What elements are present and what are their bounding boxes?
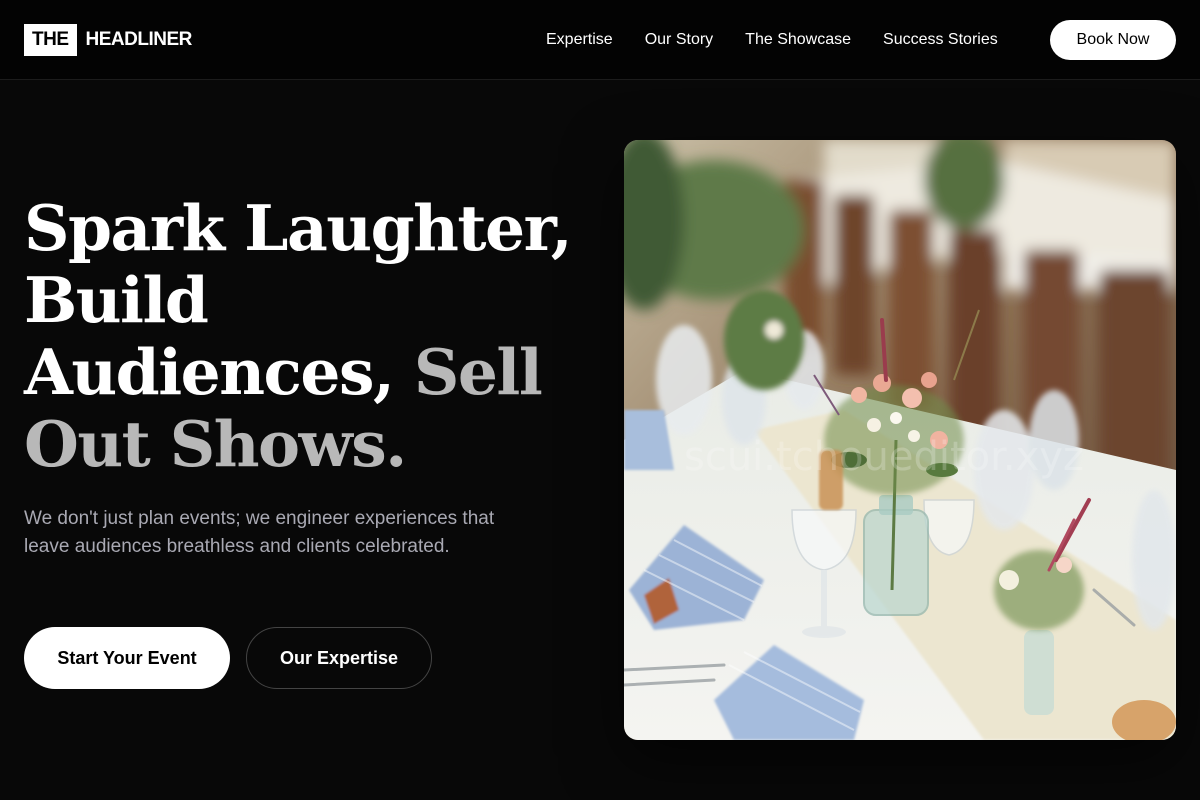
headline-line-2-text: Build xyxy=(24,263,209,337)
image-watermark: scui.tchoueditor.xyz xyxy=(684,434,1084,480)
logo-box: THE xyxy=(24,24,77,56)
nav-link-our-story[interactable]: Our Story xyxy=(645,29,713,51)
start-your-event-button[interactable]: Start Your Event xyxy=(24,627,230,689)
hero-subtext: We don't just plan events; we engineer e… xyxy=(24,508,495,557)
hero-headline: Spark Laughter, Build Audiences, Sell Ou… xyxy=(24,192,584,480)
hero-image: scui.tchoueditor.xyz xyxy=(624,140,1176,740)
headline-line-3: Audiences, Sell xyxy=(24,336,584,408)
nav-link-expertise[interactable]: Expertise xyxy=(546,29,613,51)
logo-text: HEADLINER xyxy=(85,29,193,50)
headline-line-1: Spark Laughter, xyxy=(24,192,584,264)
headline-line-4-accent: Out Shows. xyxy=(24,407,407,481)
book-now-button[interactable]: Book Now xyxy=(1050,20,1176,60)
nav-link-the-showcase[interactable]: The Showcase xyxy=(745,29,851,51)
main-nav: Expertise Our Story The Showcase Success… xyxy=(546,29,1030,51)
our-expertise-button[interactable]: Our Expertise xyxy=(246,627,432,689)
headline-line-3-accent: Sell xyxy=(413,335,543,409)
headline-line-4: Out Shows. xyxy=(24,408,584,480)
headline-line-1-text: Spark Laughter, xyxy=(24,191,573,265)
headline-line-3-text: Audiences, xyxy=(24,335,414,409)
brand-logo[interactable]: THE HEADLINER xyxy=(24,24,192,56)
nav-link-success-stories[interactable]: Success Stories xyxy=(883,29,998,51)
site-header: THE HEADLINER Expertise Our Story The Sh… xyxy=(0,0,1200,80)
headline-line-2: Build xyxy=(24,264,584,336)
